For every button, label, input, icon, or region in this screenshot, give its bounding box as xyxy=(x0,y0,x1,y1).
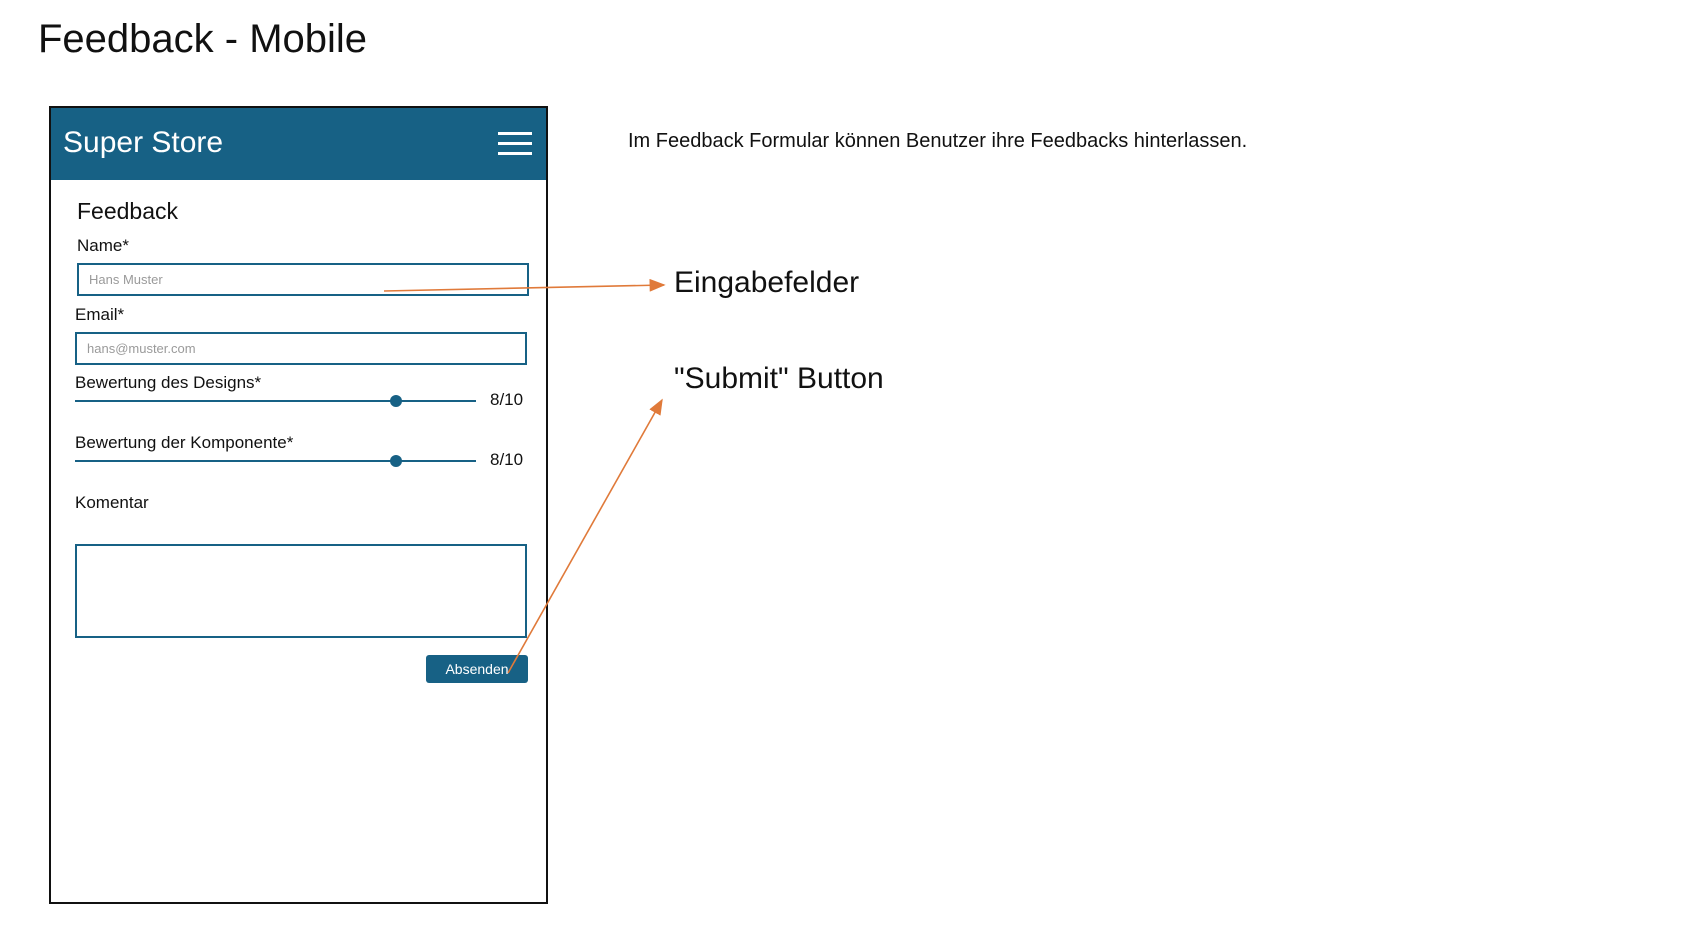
component-rating-slider-thumb[interactable] xyxy=(389,455,402,467)
design-rating-slider-thumb[interactable] xyxy=(389,395,402,407)
slide-title: Feedback - Mobile xyxy=(38,17,368,61)
name-input[interactable] xyxy=(77,263,529,296)
design-rating-slider-track[interactable] xyxy=(75,400,476,402)
design-rating-value: 8/10 xyxy=(490,390,524,409)
comment-textarea[interactable] xyxy=(75,544,527,638)
component-rating-label: Bewertung der Komponente* xyxy=(75,433,294,452)
comment-label: Komentar xyxy=(75,493,149,512)
component-rating-slider-track[interactable] xyxy=(75,460,476,462)
callout-submit-label: "Submit" Button xyxy=(674,362,884,395)
hamburger-menu-icon[interactable] xyxy=(498,132,532,156)
description-text: Im Feedback Formular können Benutzer ihr… xyxy=(628,130,1248,152)
name-label: Name* xyxy=(77,236,129,255)
app-header: Super Store xyxy=(51,108,546,180)
slide: Feedback - Mobile Super Store Feedback N… xyxy=(0,0,1694,944)
email-label: Email* xyxy=(75,305,125,324)
callout-inputs-label: Eingabefelder xyxy=(674,266,860,299)
submit-button[interactable]: Absenden xyxy=(426,655,528,683)
component-rating-value: 8/10 xyxy=(490,450,524,469)
phone-mockup: Super Store Feedback Name* Email* Bewert… xyxy=(49,106,548,904)
design-rating-label: Bewertung des Designs* xyxy=(75,373,262,392)
app-title: Super Store xyxy=(63,126,224,159)
email-input[interactable] xyxy=(75,332,527,365)
form-title: Feedback xyxy=(77,198,179,224)
